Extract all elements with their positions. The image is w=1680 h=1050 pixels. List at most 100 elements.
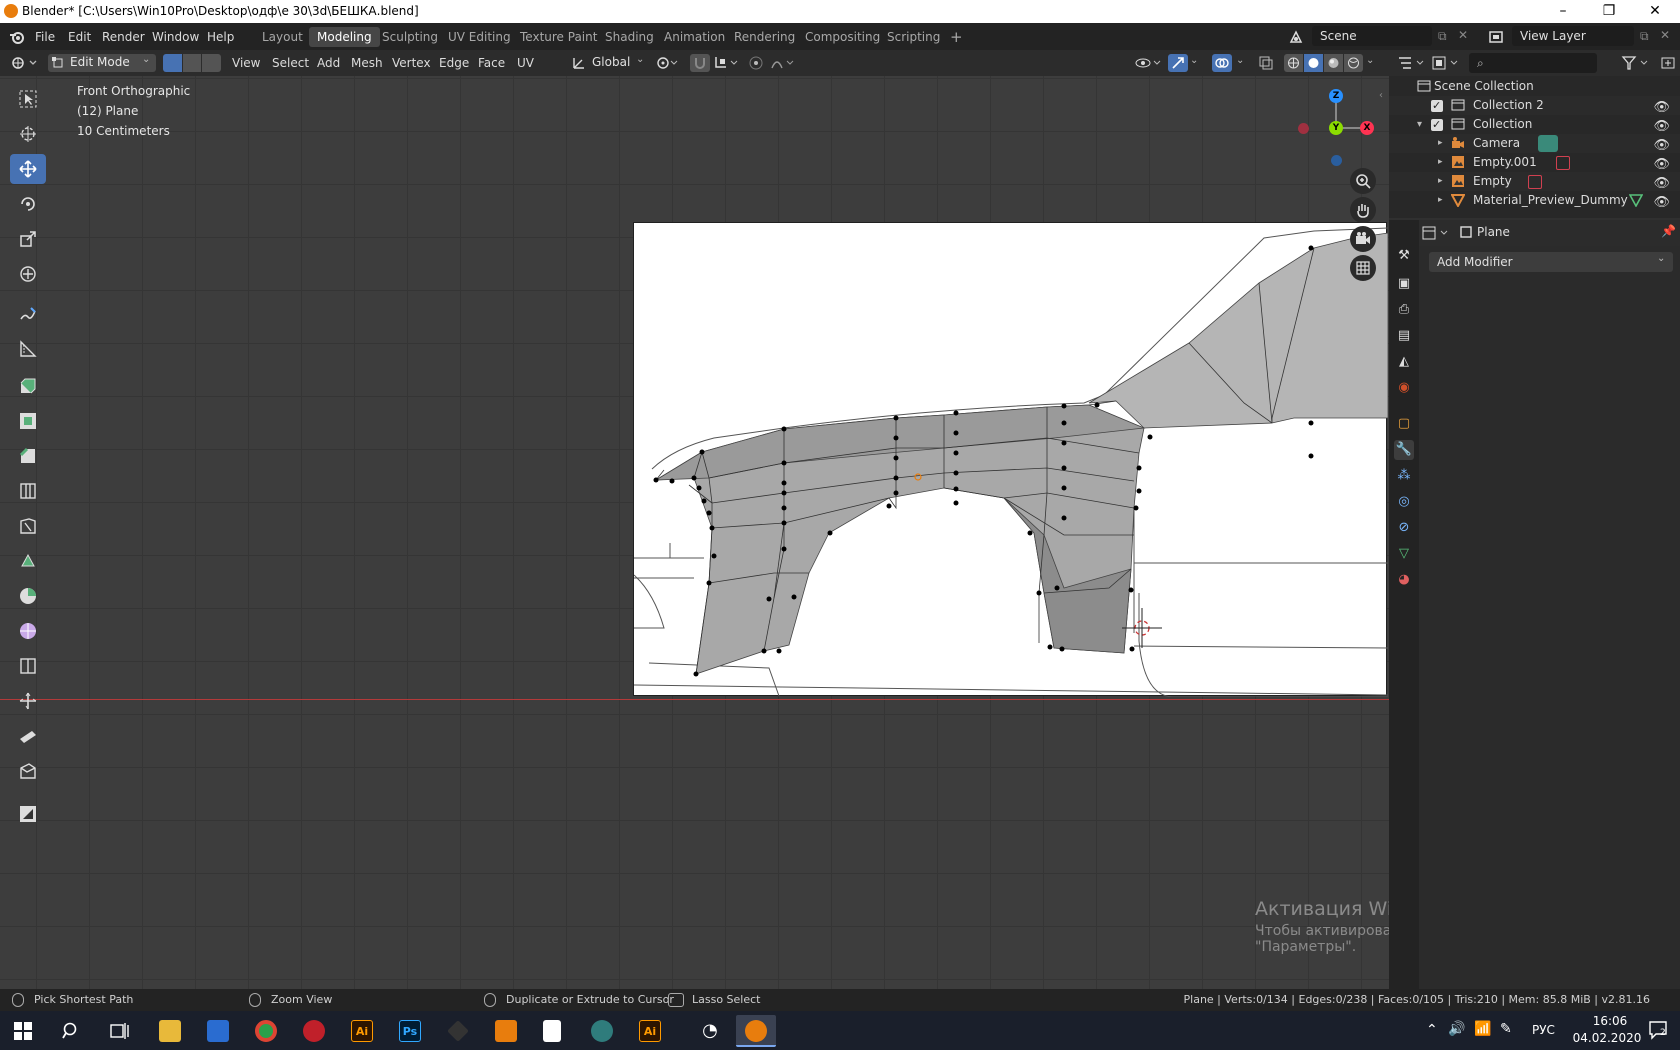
zoom-view-button[interactable] <box>1350 168 1376 194</box>
menu-edit[interactable]: Edit <box>62 28 97 46</box>
outliner-row-material-preview-dummy[interactable]: ▸ Material_Preview_Dummy 👁 <box>1389 191 1680 210</box>
gizmo-neg-z-axis[interactable] <box>1331 155 1342 166</box>
tool-transform[interactable] <box>10 259 46 289</box>
edge-select-button[interactable] <box>182 54 202 72</box>
tool-measure[interactable] <box>10 334 46 364</box>
outliner-row-camera[interactable]: ▸ Camera 👁 <box>1389 134 1680 153</box>
tool-shear[interactable] <box>10 721 46 751</box>
outliner-row-empty-001[interactable]: ▸ Empty.001 👁 <box>1389 153 1680 172</box>
tool-loop-cut[interactable] <box>10 476 46 506</box>
snap-target-icon[interactable] <box>714 55 740 71</box>
chevron-down-icon[interactable]: ⌄ <box>1366 55 1374 66</box>
physics-tab-icon[interactable]: ◎ <box>1394 492 1414 512</box>
render-tab-icon[interactable]: ▣ <box>1394 274 1414 294</box>
taskbar-store[interactable] <box>198 1015 238 1047</box>
notifications-icon[interactable]: 2 <box>1648 1020 1670 1040</box>
expand-arrow-icon[interactable]: ▸ <box>1438 153 1443 172</box>
tool-spin[interactable] <box>10 581 46 611</box>
add-workspace-button[interactable]: + <box>942 27 971 47</box>
mesh-data-icon[interactable] <box>1628 193 1644 208</box>
tab-sculpting[interactable]: Sculpting <box>374 27 446 47</box>
outliner-search-input[interactable]: ⌕ <box>1469 53 1597 73</box>
maximize-button[interactable]: ❐ <box>1586 0 1632 23</box>
navigation-gizmo[interactable]: Z Y X <box>1296 82 1376 166</box>
taskbar-illustrator[interactable]: Ai <box>342 1015 382 1047</box>
sidebar-toggle-icon[interactable]: ‹ <box>1379 90 1383 101</box>
tool-bevel[interactable] <box>10 441 46 471</box>
header-menu-select[interactable]: Select <box>268 54 313 72</box>
expand-arrow-icon[interactable]: ▾ <box>1417 115 1422 134</box>
tool-select-box[interactable] <box>10 84 46 114</box>
transform-orientation-selector[interactable]: Global ⌄ <box>570 54 648 72</box>
tab-texture-paint[interactable]: Texture Paint <box>512 27 605 47</box>
taskbar-photoshop[interactable]: Ps <box>390 1015 430 1047</box>
output-tab-icon[interactable]: ⎙ <box>1394 300 1414 320</box>
header-menu-uv[interactable]: UV <box>513 54 538 72</box>
image-data-icon[interactable] <box>1528 175 1542 189</box>
exclude-checkbox[interactable] <box>1431 96 1443 115</box>
gizmo-y-axis[interactable]: Y <box>1329 121 1343 135</box>
tool-poly-build[interactable] <box>10 546 46 576</box>
view-layer-tab-icon[interactable]: ▤ <box>1394 326 1414 346</box>
clock-time[interactable]: 16:06 <box>1582 1014 1638 1028</box>
expand-arrow-icon[interactable]: ▸ <box>1438 172 1443 191</box>
mode-selector[interactable]: Edit Mode ⌄ <box>48 54 156 72</box>
taskbar-app-teal[interactable] <box>582 1015 622 1047</box>
filter-icon[interactable] <box>1621 55 1657 71</box>
volume-icon[interactable]: 🔊 <box>1448 1021 1465 1037</box>
tab-modeling[interactable]: Modeling <box>309 27 380 47</box>
tool-knife[interactable] <box>10 511 46 541</box>
properties-editor-type-icon[interactable] <box>1421 225 1451 241</box>
taskbar-illustrator-2[interactable]: Ai <box>630 1015 670 1047</box>
taskbar-app-inkscape[interactable] <box>438 1015 478 1047</box>
menu-file[interactable]: File <box>29 28 61 46</box>
eye-icon[interactable]: 👁 <box>1653 193 1670 212</box>
chevron-down-icon[interactable]: ⌄ <box>1236 55 1244 66</box>
face-select-button[interactable] <box>202 54 222 72</box>
tab-rendering[interactable]: Rendering <box>726 27 803 47</box>
tool-tab-icon[interactable]: ⚒ <box>1394 246 1414 266</box>
close-button[interactable]: ✕ <box>1632 0 1678 23</box>
taskbar-blender-active[interactable] <box>736 1015 776 1047</box>
gizmo-x-axis[interactable]: X <box>1360 121 1374 135</box>
outliner-row-empty[interactable]: ▸ Empty 👁 <box>1389 172 1680 191</box>
outliner-row-scene-collection[interactable]: Scene Collection <box>1389 77 1680 96</box>
tab-uv-editing[interactable]: UV Editing <box>440 27 519 47</box>
view-layer-copy-icon[interactable]: ⧉ <box>1640 29 1649 44</box>
task-view-icon[interactable] <box>110 1022 130 1040</box>
tool-shrink-fatten[interactable] <box>10 686 46 716</box>
exclude-checkbox[interactable] <box>1431 115 1443 134</box>
tab-animation[interactable]: Animation <box>656 27 733 47</box>
material-shading-button[interactable] <box>1324 54 1343 72</box>
new-collection-icon[interactable] <box>1661 55 1675 71</box>
taskbar-media-player[interactable] <box>486 1015 526 1047</box>
3d-viewport[interactable]: Front Orthographic (12) Plane 10 Centime… <box>0 76 1389 989</box>
scene-icon[interactable] <box>1288 29 1304 45</box>
material-tab-icon[interactable]: ◕ <box>1394 570 1414 590</box>
menu-render[interactable]: Render <box>96 28 151 46</box>
display-mode-icon[interactable] <box>1431 55 1461 71</box>
taskbar-file-explorer[interactable] <box>150 1015 190 1047</box>
gizmo-neg-x-axis[interactable] <box>1298 123 1309 134</box>
taskbar-app-red[interactable] <box>294 1015 334 1047</box>
tool-inset-faces[interactable] <box>10 406 46 436</box>
taskbar-blender-launcher[interactable]: ◔ <box>690 1015 730 1047</box>
outliner-editor-type-icon[interactable] <box>1397 55 1427 71</box>
pivot-point-icon[interactable] <box>656 55 678 71</box>
view-layer-selector[interactable]: View Layer <box>1512 26 1634 46</box>
header-menu-add[interactable]: Add <box>313 54 344 72</box>
tool-move[interactable] <box>10 154 46 184</box>
scene-copy-icon[interactable]: ⧉ <box>1438 29 1447 44</box>
snap-toggle[interactable] <box>690 54 710 72</box>
ortho-toggle-button[interactable] <box>1350 255 1376 281</box>
image-data-icon[interactable] <box>1556 156 1570 170</box>
world-tab-icon[interactable]: ◉ <box>1394 378 1414 398</box>
chevron-down-icon[interactable]: ⌄ <box>1190 55 1198 66</box>
taskbar-notepad[interactable] <box>534 1015 574 1047</box>
tool-add-cube[interactable] <box>10 799 46 829</box>
falloff-icon[interactable] <box>770 55 796 71</box>
outliner-row-collection-2[interactable]: Collection 2 👁 <box>1389 96 1680 115</box>
mesh-data-tab-icon[interactable]: ▽ <box>1394 544 1414 564</box>
tool-rip-region[interactable] <box>10 756 46 786</box>
tool-extrude-region[interactable] <box>10 371 46 401</box>
